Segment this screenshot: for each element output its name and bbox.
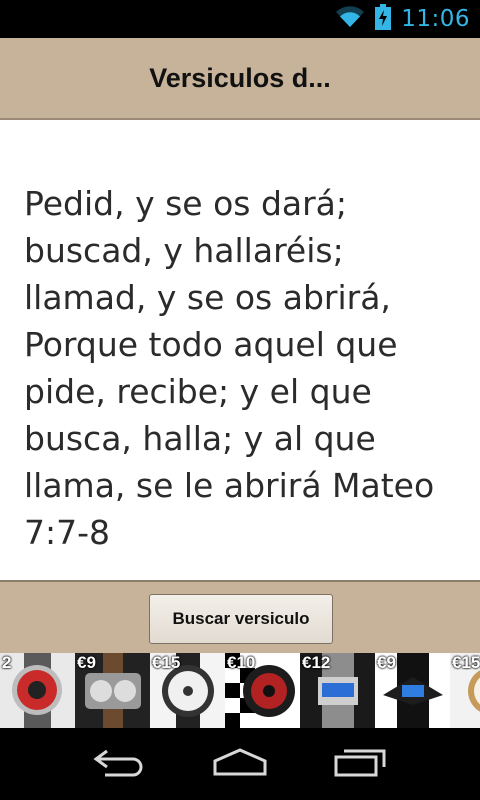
ad-price: €15 [152,653,181,672]
verse-text: Pedid, y se os dará; buscad, y hallaréis… [24,184,435,552]
ad-item[interactable]: 2 [0,653,75,728]
status-time: 11:06 [401,6,470,32]
ad-item[interactable]: €12 [300,653,375,728]
recent-apps-button[interactable] [320,740,400,788]
ad-item[interactable]: €9 [375,653,450,728]
recent-apps-icon [334,747,386,781]
page-title: Versiculos d... [149,62,331,93]
ad-price: €9 [377,653,396,672]
ad-price: €12 [302,653,331,672]
back-icon [93,747,147,781]
ad-price: €9 [77,653,96,672]
wifi-icon [335,5,365,33]
back-button[interactable] [80,740,160,788]
status-bar: 11:06 [0,0,480,38]
ad-item[interactable]: €9 [75,653,150,728]
verse-panel: Pedid, y se os dará; buscad, y hallaréis… [0,120,480,580]
app-bar: Versiculos d... [0,38,480,120]
home-icon [212,747,268,781]
ad-item[interactable]: €10 [225,653,300,728]
footer-bar: Buscar versiculo [0,580,480,655]
ad-item[interactable]: €15 [450,653,480,728]
home-button[interactable] [200,740,280,788]
ad-price: €10 [227,653,256,672]
ad-item[interactable]: €15 [150,653,225,728]
navigation-bar [0,728,480,800]
ad-price: 2 [2,653,12,672]
ad-banner[interactable]: 2 €9 €15 €10 €12 €9 €15 [0,653,480,728]
search-verse-button[interactable]: Buscar versiculo [149,594,333,644]
battery-charging-icon [375,4,392,34]
ad-price: €15 [452,653,480,672]
